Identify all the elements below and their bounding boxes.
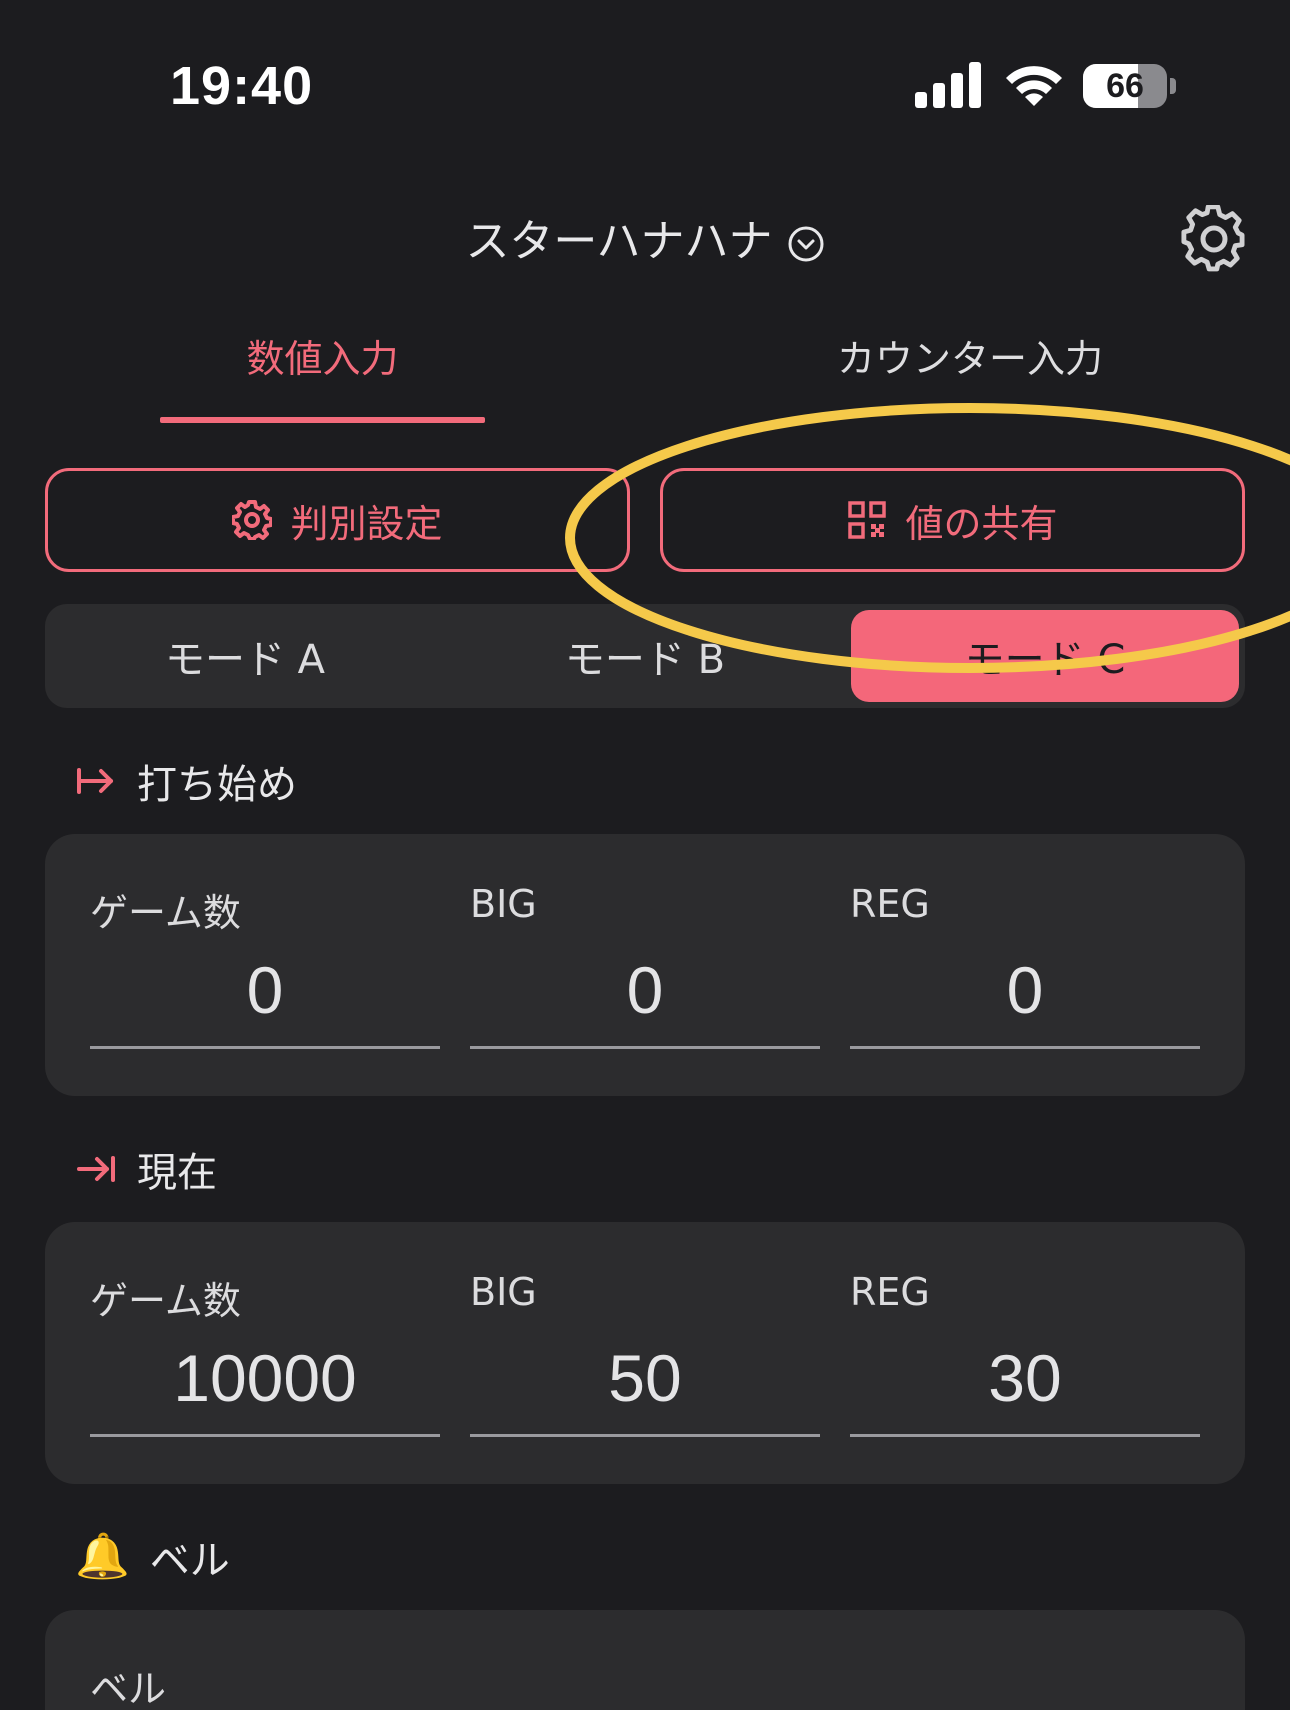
section-current-title: 現在 [137,1150,217,1196]
start-reg-input[interactable]: 0 [850,952,1200,1028]
section-bell-header: 🔔 ベル [75,1528,230,1586]
mode-b-option[interactable]: モード B [445,604,845,708]
arrow-right-from-line-icon [77,768,113,794]
current-big-input[interactable]: 50 [470,1340,820,1416]
wifi-icon [1006,66,1062,106]
qr-code-icon [848,501,887,539]
input-underline [470,1046,820,1049]
mode-c-option[interactable]: モード C [851,610,1239,702]
field-label: ゲーム数 [90,891,241,935]
judge-settings-label: 判別設定 [290,501,443,546]
current-reg-field[interactable]: REG 30 [850,1222,1200,1484]
cellular-signal-icon [915,62,981,108]
judge-settings-button[interactable]: 判別設定 [45,468,630,572]
status-bar: 19:40 66 [0,0,1290,150]
gear-icon [232,500,273,540]
field-label: BIG [470,882,537,926]
bell-field-label: ベル [90,1667,167,1710]
current-games-input[interactable]: 10000 [90,1340,440,1416]
machine-selector[interactable]: スターハナハナ [0,205,1290,269]
mode-a-option[interactable]: モード A [45,604,445,708]
gear-icon[interactable] [1180,205,1248,273]
bell-values-card: ベル [45,1610,1245,1710]
mode-selector: モード A モード B モード C [45,604,1245,708]
input-underline [90,1046,440,1049]
input-underline [850,1046,1200,1049]
field-label: REG [850,882,930,926]
battery-tip [1170,78,1176,94]
input-underline [90,1434,440,1437]
field-label: ゲーム数 [90,1279,241,1323]
tab-numeric-input[interactable]: 数値入力 [160,328,485,383]
current-reg-input[interactable]: 30 [850,1340,1200,1416]
page-title: スターハナハナ [465,216,773,267]
section-current-header: 現在 [75,1140,217,1198]
start-games-field[interactable]: ゲーム数 0 [90,834,440,1096]
share-values-label: 値の共有 [905,501,1058,546]
section-start-title: 打ち始め [137,762,297,808]
section-bell-title: ベル [149,1538,230,1584]
chevron-down-circle-icon [788,226,824,262]
battery-indicator: 66 [1083,64,1167,108]
start-games-input[interactable]: 0 [90,952,440,1028]
start-big-field[interactable]: BIG 0 [470,834,820,1096]
start-reg-field[interactable]: REG 0 [850,834,1200,1096]
arrow-right-to-line-icon [77,1156,115,1182]
input-underline [470,1434,820,1437]
current-values-card: ゲーム数 10000 BIG 50 REG 30 [45,1222,1245,1484]
bell-icon: 🔔 [75,1531,130,1582]
status-time: 19:40 [170,56,314,116]
current-big-field[interactable]: BIG 50 [470,1222,820,1484]
field-label: REG [850,1270,930,1314]
tab-counter-input[interactable]: カウンター入力 [800,328,1140,383]
start-big-input[interactable]: 0 [470,952,820,1028]
current-games-field[interactable]: ゲーム数 10000 [90,1222,440,1484]
field-label: BIG [470,1270,537,1314]
start-values-card: ゲーム数 0 BIG 0 REG 0 [45,834,1245,1096]
section-start-header: 打ち始め [75,752,297,810]
share-values-button[interactable]: 値の共有 [660,468,1245,572]
active-tab-indicator [160,417,485,423]
input-underline [850,1434,1200,1437]
battery-percent: 66 [1106,66,1144,105]
screen: 19:40 66 スターハナハナ 数値入力 カウンター入力 判別設定 値の共有 … [0,0,1290,1710]
